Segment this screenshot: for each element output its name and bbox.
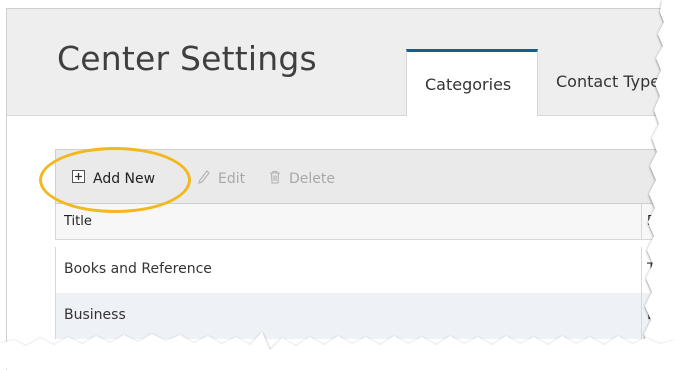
torn-edge-overlay bbox=[0, 0, 675, 369]
